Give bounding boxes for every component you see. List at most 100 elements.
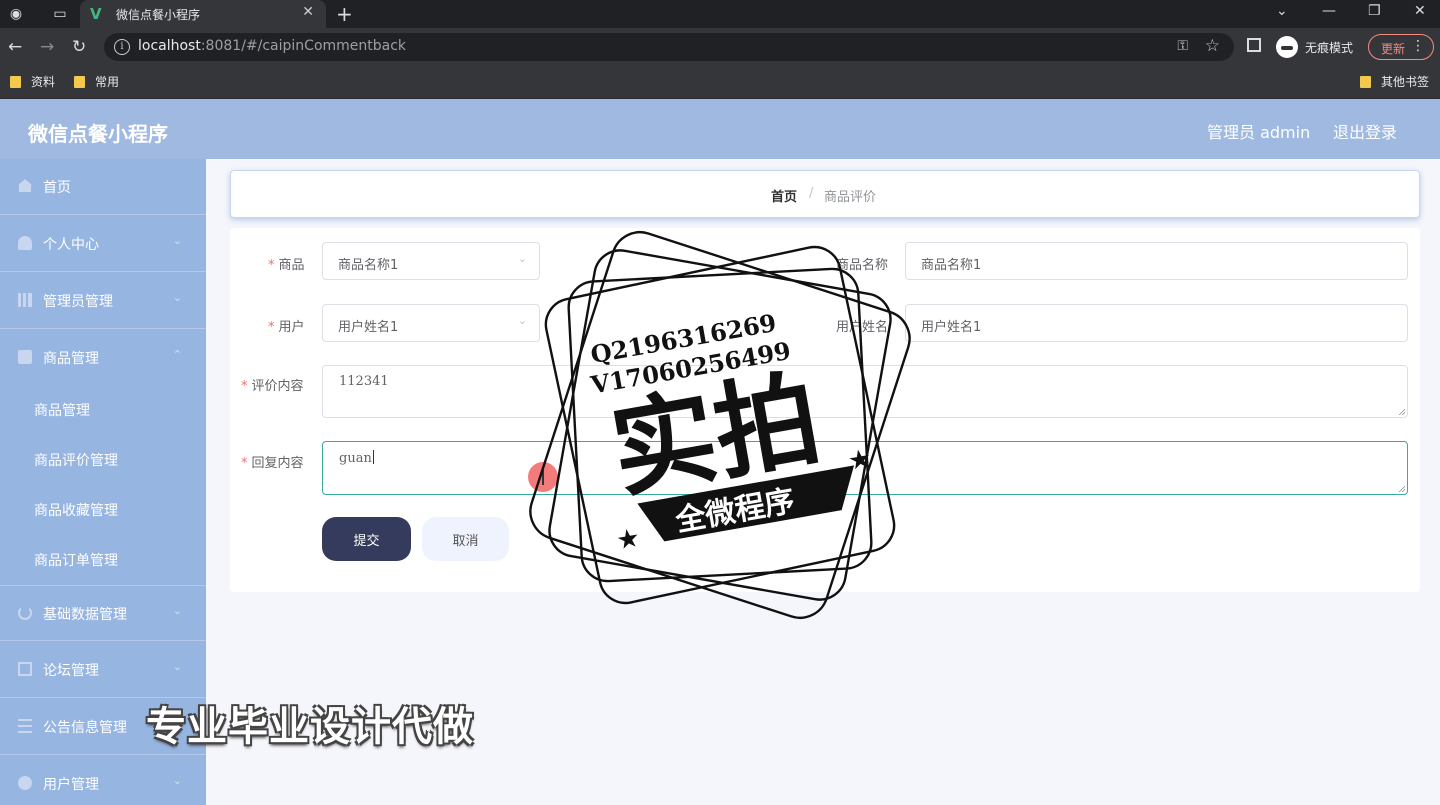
goods-name-field[interactable]: 商品名称1 (905, 242, 1408, 280)
text-caret (372, 450, 374, 464)
cancel-button[interactable]: 取消 (422, 517, 509, 561)
required-mark: * (241, 456, 248, 471)
reload-icon[interactable]: ↻ (72, 37, 86, 57)
list-icon (18, 719, 32, 733)
user-label: * 用户 (268, 316, 305, 335)
user-select-value: 用户姓名1 (338, 320, 399, 335)
resize-handle-icon[interactable] (1398, 485, 1405, 492)
shopping-bag-icon (18, 350, 32, 364)
sidebar-subitem-goods[interactable]: 商品管理 (0, 385, 206, 435)
chevron-down-icon: ⌄ (172, 234, 182, 247)
refresh-icon (18, 606, 32, 620)
goods-select-value: 商品名称1 (338, 258, 399, 273)
browser-tab-bar: ◉ ▭ V 微信点餐小程序 ✕ + ⌄ — ❐ ✕ (0, 0, 1440, 28)
bookmark-label: 其他书签 (1381, 75, 1430, 89)
incognito-icon[interactable] (1276, 36, 1298, 58)
browser-toolbar: ← → ↻ i localhost:8081/#/caipinCommentba… (0, 28, 1440, 66)
chevron-down-icon: ⌄ (172, 604, 182, 617)
key-icon[interactable]: ⚿ (1177, 38, 1188, 54)
url-host: localhost (138, 38, 201, 54)
sidebar-subitem-goods-orders[interactable]: 商品订单管理 (0, 535, 206, 585)
sidebar-subitem-label: 商品收藏管理 (34, 503, 118, 519)
site-info-icon[interactable]: i (114, 39, 130, 55)
vue-favicon-icon: V (90, 5, 102, 23)
sidebar-item-personal-center[interactable]: 个人中心 ⌄ (0, 216, 206, 272)
star-icon: ★ (614, 523, 642, 557)
maximize-icon[interactable]: ❐ (1368, 3, 1381, 19)
user-icon (18, 236, 32, 250)
url-text: localhost:8081/#/caipinCommentback (138, 38, 406, 54)
required-mark: * (268, 320, 275, 335)
back-icon[interactable]: ← (8, 37, 22, 57)
sidebar-item-home[interactable]: 首页 (0, 159, 206, 215)
incognito-label: 无痕模式 (1305, 41, 1354, 55)
chevron-up-icon: ⌃ (172, 348, 182, 361)
sidebar-subitem-goods-comments[interactable]: 商品评价管理 (0, 435, 206, 485)
chevron-down-icon: ⌄ (172, 774, 182, 787)
sidebar-item-label: 基础数据管理 (43, 607, 127, 623)
breadcrumb-separator: / (809, 186, 814, 201)
sidebar-item-goods-management[interactable]: 商品管理 ⌃ (0, 330, 206, 386)
chevron-down-icon: ⌄ (172, 291, 182, 304)
comment-label-text: 评价内容 (251, 379, 304, 394)
tab-title: 微信点餐小程序 (116, 8, 201, 22)
sidebar-item-label: 首页 (43, 180, 71, 196)
bookmark-folder-materials[interactable]: 资料 (10, 73, 55, 90)
sidebar-item-label: 商品管理 (43, 351, 99, 367)
breadcrumb-current: 商品评价 (824, 190, 877, 205)
app-brand: 微信点餐小程序 (28, 122, 168, 146)
breadcrumb: 首页 / 商品评价 (230, 170, 1420, 218)
submit-button[interactable]: 提交 (322, 517, 411, 561)
folder-icon (10, 76, 21, 88)
sidebar-subitem-label: 商品评价管理 (34, 453, 118, 469)
user-name-value: 用户姓名1 (921, 320, 982, 335)
bookmarks-bar: 资料 常用 其他书签 (0, 66, 1440, 99)
sidebar-item-users[interactable]: 用户管理 ⌄ (0, 756, 206, 805)
app-header: 微信点餐小程序 管理员 admin 退出登录 (0, 99, 1440, 159)
url-path: :8081/#/caipinCommentback (200, 38, 407, 54)
window-close-icon[interactable]: ✕ (1414, 3, 1426, 19)
sidebar-subitem-goods-favorites[interactable]: 商品收藏管理 (0, 485, 206, 535)
logout-link[interactable]: 退出登录 (1333, 119, 1397, 143)
new-tab-icon[interactable]: + (336, 2, 353, 26)
tab-close-icon[interactable]: ✕ (302, 4, 314, 20)
required-mark: * (241, 379, 248, 394)
breadcrumb-home[interactable]: 首页 (771, 186, 797, 205)
update-button[interactable]: 更新 ⋮ (1368, 34, 1434, 60)
watermark-stamp: Q2196316269 V17060256499 实拍 全微程序 ★ ★ (529, 231, 911, 619)
goods-select[interactable]: 商品名称1 ⌄ (322, 242, 540, 280)
person-icon (18, 776, 32, 790)
home-icon (18, 179, 32, 193)
globe-icon[interactable]: ◉ (8, 6, 24, 22)
side-panel-icon[interactable] (1247, 38, 1261, 52)
sidebar-subitem-label: 商品订单管理 (34, 553, 118, 569)
goods-label: * 商品 (268, 254, 305, 273)
more-vert-icon: ⋮ (1411, 38, 1425, 54)
sidebar-item-admin-management[interactable]: 管理员管理 ⌄ (0, 273, 206, 329)
resize-handle-icon[interactable] (1398, 408, 1405, 415)
folder-icon (1360, 76, 1371, 88)
sidebar-item-forum[interactable]: 论坛管理 ⌄ (0, 642, 206, 698)
reply-value-wrap: guan (339, 450, 374, 466)
chevron-down-icon: ⌄ (172, 660, 182, 673)
forward-icon[interactable]: → (40, 37, 54, 57)
folder-icon (74, 76, 85, 88)
tab-search-chevron-icon[interactable]: ⌄ (1276, 3, 1288, 19)
window-icon[interactable]: ▭ (52, 6, 68, 22)
browser-tab[interactable]: V 微信点餐小程序 ✕ (80, 0, 326, 28)
edit-icon (18, 662, 32, 676)
user-select[interactable]: 用户姓名1 ⌄ (322, 304, 540, 342)
required-mark: * (268, 258, 275, 273)
user-label-text: 用户 (278, 320, 305, 335)
sidebar-item-base-data[interactable]: 基础数据管理 ⌄ (0, 585, 206, 641)
bookmark-folder-common[interactable]: 常用 (74, 73, 119, 90)
bookmark-star-icon[interactable]: ☆ (1205, 36, 1220, 56)
minimize-icon[interactable]: — (1322, 3, 1336, 19)
sidebar-item-label: 用户管理 (43, 777, 99, 793)
bookmark-folder-other[interactable]: 其他书签 (1360, 73, 1429, 90)
address-bar[interactable]: i localhost:8081/#/caipinCommentback ⚿ ☆ (104, 33, 1234, 61)
bookmark-label: 常用 (95, 75, 120, 89)
reply-label: * 回复内容 (241, 452, 304, 471)
update-label: 更新 (1381, 42, 1406, 56)
user-name-field[interactable]: 用户姓名1 (905, 304, 1408, 342)
